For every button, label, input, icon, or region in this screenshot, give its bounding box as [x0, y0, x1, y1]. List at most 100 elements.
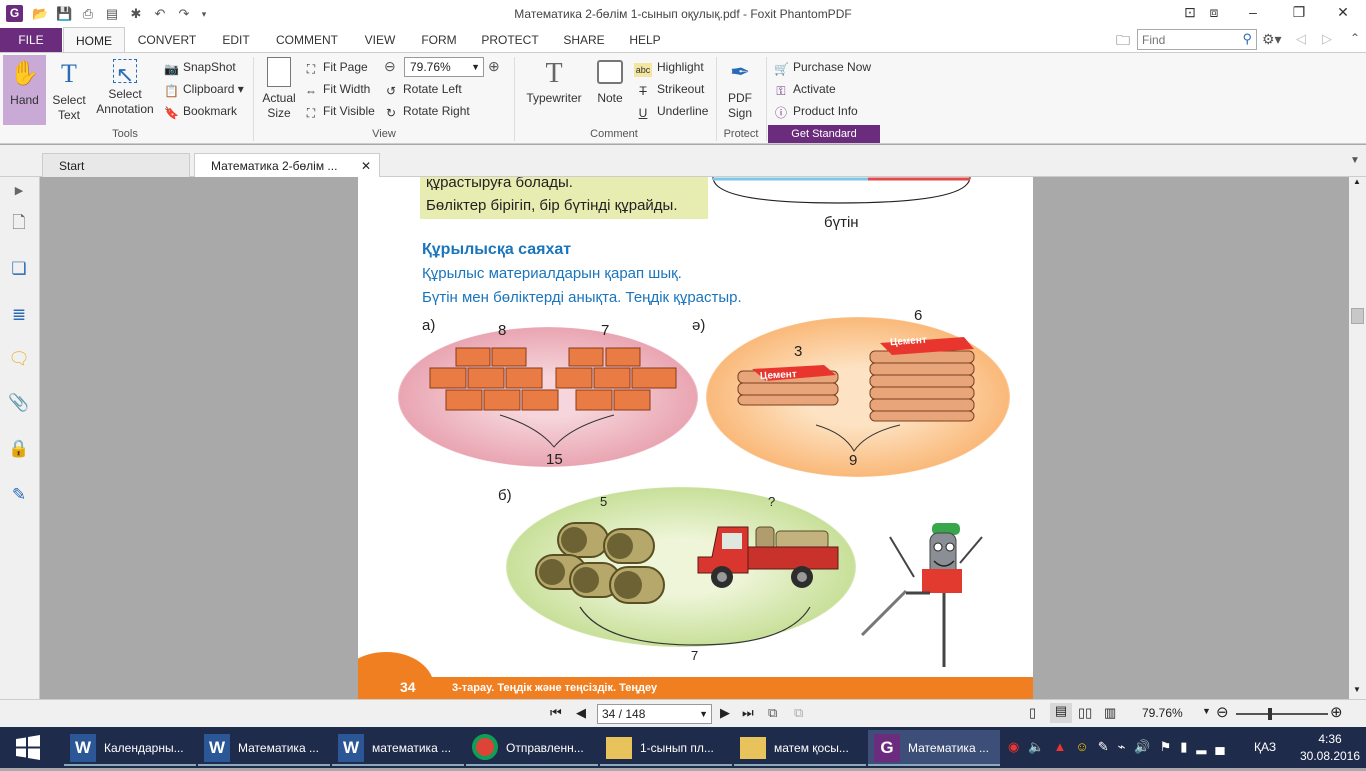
continuous-facing-icon[interactable]: ▥ [1104, 705, 1116, 721]
tab-home[interactable]: HOME [63, 27, 125, 53]
fit-width-button[interactable]: ⇔ Fit Width [304, 78, 370, 100]
zoom-dropdown-icon[interactable]: ▼ [1202, 706, 1211, 716]
tab-start[interactable]: Start [42, 153, 190, 177]
select-annotation-button[interactable]: ↖ Select Annotation [92, 59, 158, 117]
continuous-page-icon[interactable]: ▤ [1050, 703, 1072, 723]
taskbar-item-foxit[interactable]: G Математика ... [868, 730, 1000, 766]
tab-share[interactable]: SHARE [552, 28, 616, 52]
scroll-thumb[interactable] [1351, 308, 1364, 324]
minimize-button[interactable]: – [1230, 0, 1276, 26]
stack-icon[interactable]: ≣ [7, 303, 31, 327]
fit-page-button[interactable]: ⛶ Fit Page [304, 56, 368, 78]
highlight-button[interactable]: abc Highlight [634, 56, 704, 78]
taskbar-item-folder-2[interactable]: матем қосы... [734, 730, 866, 766]
zoom-in-status-icon[interactable]: ⊕ [1330, 703, 1343, 721]
close-tab-icon[interactable]: ✕ [361, 154, 371, 178]
pages-icon[interactable]: 🗋 [7, 211, 31, 235]
previous-view-icon[interactable]: ⧉ [768, 705, 777, 721]
back-arrow-icon[interactable]: ◁ [1296, 31, 1306, 47]
note-button[interactable]: Note [590, 57, 630, 106]
tab-file[interactable]: FILE [0, 28, 62, 52]
flag-icon[interactable]: ⚑ [1160, 739, 1181, 754]
hand-tool-button[interactable]: ✋ Hand [3, 55, 46, 125]
language-indicator[interactable]: ҚАЗ [1254, 740, 1276, 754]
search-folder-icon[interactable]: 🗀 [1116, 31, 1134, 49]
rotate-left-button[interactable]: ↺ Rotate Left [384, 78, 462, 100]
opera-icon[interactable]: ◉ [1008, 739, 1028, 754]
underline-button[interactable]: U Underline [634, 100, 709, 122]
facing-page-icon[interactable]: ▯▯ [1078, 705, 1092, 721]
status-zoom-value[interactable]: 79.76% [1142, 706, 1183, 720]
taskbar-item-chrome[interactable]: Отправленн... [466, 730, 598, 766]
restore-icon[interactable]: ⧈ [1200, 0, 1228, 26]
vertical-scrollbar[interactable]: ▲ ▼ [1349, 177, 1366, 699]
product-info-button[interactable]: ⓘ Product Info [774, 100, 858, 122]
single-page-icon[interactable]: ▯ [1029, 705, 1036, 721]
clipboard-button[interactable]: 📋 Clipboard ▾ [164, 78, 244, 100]
zoom-select[interactable]: 79.76% ▼ [404, 57, 484, 77]
forward-arrow-icon[interactable]: ▷ [1322, 31, 1332, 47]
battery-icon[interactable]: ▮ [1180, 739, 1196, 754]
page-number-field[interactable]: 34 / 148 ▼ [597, 704, 712, 724]
tab-scroll-icon[interactable]: ▼ [1350, 155, 1360, 166]
bookmark-button[interactable]: 🔖 Bookmark [164, 100, 237, 122]
tab-view[interactable]: VIEW [352, 28, 408, 52]
network-icon[interactable]: ⌁ [1118, 739, 1135, 754]
smile-icon[interactable]: ☺ [1075, 739, 1097, 754]
first-page-icon[interactable]: ⏮ [550, 705, 562, 721]
search-field[interactable]: ⚲ [1137, 29, 1257, 50]
fit-visible-button[interactable]: ⛶ Fit Visible [304, 100, 375, 122]
maximize-button[interactable]: ❐ [1276, 0, 1322, 26]
taskbar-item-word-3[interactable]: Wматематика ... [332, 730, 464, 766]
zoom-in-icon[interactable]: ⊕ [488, 58, 500, 75]
pen-icon[interactable]: ✎ [1098, 739, 1118, 754]
activate-button[interactable]: ⚿ Activate [774, 78, 835, 100]
tab-protect[interactable]: PROTECT [472, 28, 548, 52]
tab-edit[interactable]: EDIT [210, 28, 262, 52]
tab-comment[interactable]: COMMENT [266, 28, 348, 52]
warning-icon[interactable]: ▲ [1054, 739, 1076, 754]
layers-icon[interactable]: ❏ [7, 257, 31, 281]
volume-icon[interactable]: 🔈 [1028, 739, 1053, 754]
tab-convert[interactable]: CONVERT [128, 28, 206, 52]
snapshot-button[interactable]: 📷 SnapShot [164, 56, 236, 78]
clock-date[interactable]: 30.08.2016 [1296, 749, 1364, 763]
prev-page-icon[interactable]: ◀ [576, 705, 586, 721]
search-input[interactable] [1142, 31, 1238, 49]
tab-help[interactable]: HELP [620, 28, 670, 52]
strikeout-button[interactable]: T Strikeout [634, 78, 704, 100]
zoom-slider-thumb[interactable] [1268, 708, 1272, 720]
typewriter-button[interactable]: T Typewriter [522, 57, 586, 106]
settings-gear-icon[interactable]: ⚙▾ [1262, 31, 1282, 48]
select-text-button[interactable]: T Select Text [47, 59, 91, 123]
start-button[interactable] [0, 727, 56, 768]
tab-document[interactable]: Математика 2-бөлім ... ✕ [194, 153, 380, 177]
scroll-up-icon[interactable]: ▲ [1353, 177, 1361, 186]
taskbar-item-word-2[interactable]: W Математика ... [198, 730, 330, 766]
attachment-icon[interactable]: 📎 [7, 391, 31, 415]
get-standard-button[interactable]: Get Standard [768, 125, 880, 143]
ribbon-collapse-icon[interactable]: ⌃ [1350, 31, 1360, 45]
close-button[interactable]: ✕ [1320, 0, 1366, 26]
last-page-icon[interactable]: ⏭ [742, 705, 754, 721]
lock-icon[interactable]: 🔒 [7, 437, 31, 461]
taskbar-item-word-1[interactable]: W Календарны... [64, 730, 196, 766]
purchase-now-button[interactable]: 🛒 Purchase Now [774, 56, 871, 78]
next-view-icon[interactable]: ⧉ [794, 705, 803, 721]
signature-icon[interactable]: ✎ [7, 483, 31, 507]
scroll-down-icon[interactable]: ▼ [1353, 685, 1361, 694]
expand-arrow-icon[interactable]: ▶ [7, 179, 31, 203]
signal-icon[interactable]: ▂▄ [1196, 739, 1233, 754]
zoom-slider[interactable] [1236, 708, 1328, 720]
rotate-right-button[interactable]: ↻ Rotate Right [384, 100, 470, 122]
search-icon[interactable]: ⚲ [1242, 31, 1252, 47]
pdf-sign-button[interactable]: ✒ PDF Sign [720, 57, 760, 121]
taskbar-item-folder-1[interactable]: 1-сынып пл... [600, 730, 732, 766]
next-page-icon[interactable]: ▶ [720, 705, 730, 721]
tab-form[interactable]: FORM [412, 28, 466, 52]
speaker-icon[interactable]: 🔊 [1134, 739, 1159, 754]
comments-icon[interactable]: 🗨 [7, 347, 31, 371]
actual-size-button[interactable]: Actual Size [258, 57, 300, 121]
zoom-out-icon[interactable]: ⊖ [384, 58, 396, 75]
zoom-out-status-icon[interactable]: ⊖ [1216, 703, 1229, 721]
